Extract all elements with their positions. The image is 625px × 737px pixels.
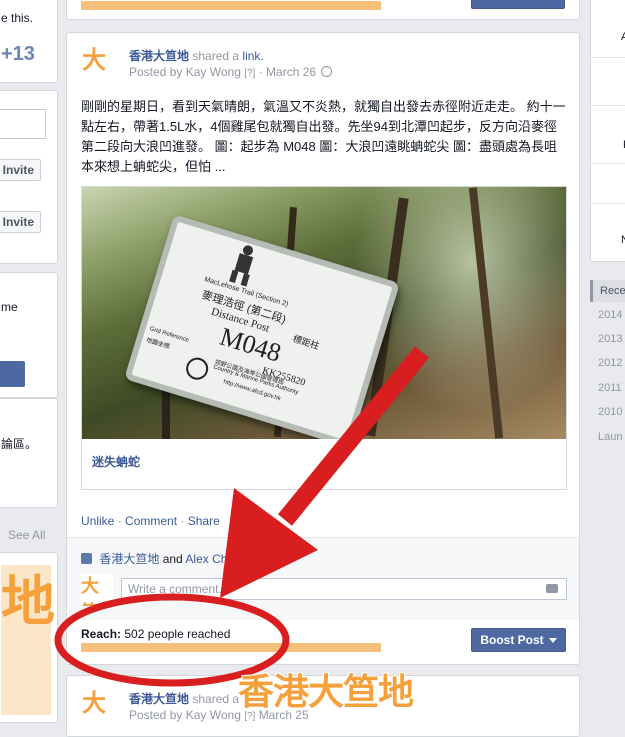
watermark-text: 香港大笪地	[238, 671, 414, 712]
red-arrow-shaft	[278, 346, 429, 526]
annotation-overlay	[54, 346, 429, 687]
